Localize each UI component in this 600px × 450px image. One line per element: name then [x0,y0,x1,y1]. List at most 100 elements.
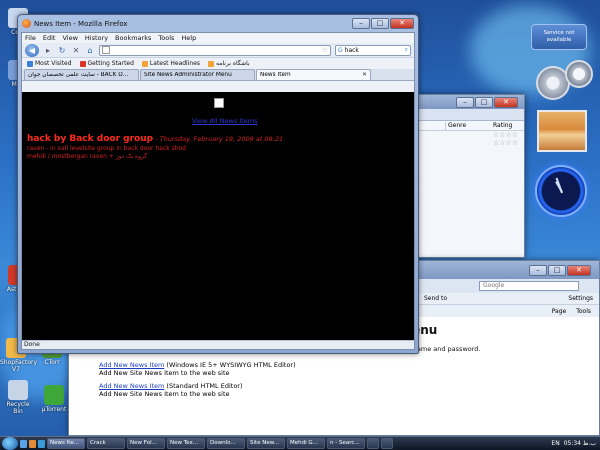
entry-description: Add New Site News Item to the web site [99,369,230,377]
status-bar: Done [22,340,414,349]
home-icon[interactable]: ⌂ [85,46,95,55]
media-column-genre[interactable]: Genre [446,122,491,130]
firefox-icon [22,19,31,28]
page-content: View All News Items hack by Back door gr… [22,92,414,340]
bookmark-icon [208,60,215,67]
bookmark-label: باشگاه برنامه [216,60,250,67]
menu-tools[interactable]: Tools [158,34,174,42]
tab-label: News Item [260,72,291,78]
news-headline: hack by Back door group [27,134,154,144]
taskbar-button[interactable]: Downlo... [207,438,245,449]
desktop-icon[interactable]: µTorrent [38,385,70,413]
browser-tab[interactable]: سایت علمی تخصصان جوان - BACK D... [24,69,139,80]
start-button[interactable] [2,437,18,450]
bookmark-item[interactable]: Latest Headlines [141,60,201,67]
ram-meter-gadget[interactable] [565,60,593,88]
add-news-link[interactable]: Add New News Item [99,361,164,369]
firefox-chrome: File Edit View History Bookmarks Tools Help ◀ … [21,32,415,350]
ie-send-to-button[interactable]: Send to [424,295,447,302]
quicklaunch-icon[interactable] [29,439,36,448]
close-button[interactable]: ✕ [390,18,414,29]
search-icon[interactable]: ⌕ [405,46,408,54]
firefox-window[interactable]: News Item - Mozilla Firefox – □ ✕ File Ed… [17,14,419,354]
media-library-window[interactable]: – □ ✕ Genre Rating ☆☆☆☆ ☆☆☆☆ [410,94,525,258]
desktop-app-icon [44,385,64,405]
browser-tab[interactable]: News Item ✕ [256,69,371,80]
news-body-line: raven - in xall levelsite group in back … [27,145,186,152]
bookmark-item[interactable]: Most Visited [27,60,72,67]
bookmark-star-icon[interactable]: ☆ [322,46,328,54]
slideshow-gadget[interactable] [537,110,587,152]
view-all-news-link[interactable]: View All News Items [192,117,257,125]
news-body-line: mehdi / mostbergan raven + گروه بک دور [27,153,148,160]
taskbar-clock[interactable]: 05:34 ب.ظ [564,440,596,447]
desktop-icon-label: µTorrent [41,406,67,413]
search-engine-icon[interactable]: G [338,47,343,54]
ie-tools-menu[interactable]: Tools [576,308,591,315]
navigation-toolbar: ◀ ▸ ↻ ✕ ⌂ ☆ G hack ⌕ [22,43,414,58]
close-tab-icon[interactable]: ✕ [362,72,367,78]
taskbar-button[interactable]: New Fol... [127,438,165,449]
bookmark-label: Latest Headlines [149,60,201,67]
desktop-icon-label: ShopFactory V7 [0,359,38,373]
taskbar-button[interactable]: Site New... [247,438,285,449]
weather-gadget[interactable]: Service not available [531,24,587,50]
quicklaunch-icon[interactable] [38,439,45,448]
ie-settings-button[interactable]: Settings [568,295,593,302]
maximize-button[interactable]: □ [371,18,389,29]
desktop-icon-label: CTorr [44,359,60,366]
taskbar-button[interactable]: News Ite... [47,438,85,449]
bookmark-item[interactable]: باشگاه برنامه [208,60,250,67]
taskbar-button[interactable]: Mehdi G... [287,438,325,449]
desktop-icon-label: Recycle Bin [6,401,30,415]
minimize-button[interactable]: – [352,18,370,29]
browser-tab[interactable]: Site News Administrator Menu [140,69,255,80]
entry-editor-type: (Windows IE 5+ WYSIWYG HTML Editor) [166,361,296,369]
taskbar-button[interactable] [367,438,379,449]
window-title: News Item - Mozilla Firefox [34,19,128,28]
menu-view[interactable]: View [62,34,77,42]
ie-search-input[interactable]: Google [479,281,579,291]
desktop-icon[interactable]: Recycle Bin [2,380,34,415]
image-icon [214,98,224,108]
entry-editor-type: (Standard HTML Editor) [166,382,243,390]
menu-bookmarks[interactable]: Bookmarks [115,34,151,42]
reload-icon[interactable]: ↻ [57,46,67,55]
quicklaunch-icon[interactable] [20,439,27,448]
taskbar-button[interactable]: New Tex... [167,438,205,449]
media-window-titlebar[interactable]: – □ ✕ [411,95,524,109]
clock-gadget [535,165,587,217]
search-value: hack [344,46,359,54]
media-toolbar [411,109,524,121]
taskbar-button[interactable] [381,438,393,449]
menu-edit[interactable]: Edit [43,34,56,42]
menu-history[interactable]: History [85,34,108,42]
search-box[interactable]: G hack ⌕ [335,44,411,56]
url-bar[interactable]: ☆ [99,44,331,56]
ie-entry: Add New News Item (Windows IE 5+ WYSIWYG… [99,361,569,377]
taskbar-button[interactable]: Crack [87,438,125,449]
tab-strip: سایت علمی تخصصان جوان - BACK D... Site Ne… [22,69,414,81]
firefox-titlebar[interactable]: News Item - Mozilla Firefox – □ ✕ [18,15,418,32]
news-date: - Thursday, February 19, 2009 at 08:21 [155,135,284,143]
menu-bar: File Edit View History Bookmarks Tools Help [22,33,414,43]
bookmark-icon [141,60,148,67]
taskbar-button[interactable]: n - Searc... [327,438,365,449]
tab-label: Site News Administrator Menu [144,72,232,78]
back-button[interactable]: ◀ [25,43,39,57]
desktop-app-icon [8,380,28,400]
menu-help[interactable]: Help [181,34,196,42]
add-news-link[interactable]: Add New News Item [99,382,164,390]
language-indicator[interactable]: EN [551,440,559,447]
bookmark-item[interactable]: Getting Started [79,60,134,67]
rating-stars[interactable]: ☆☆☆☆ ☆☆☆☆ [411,131,524,147]
ie-entries: Add New News Item (Windows IE 5+ WYSIWYG… [99,361,569,398]
bookmarks-toolbar: Most Visited Getting Started Latest Headli… [22,58,414,69]
ie-entry: Add New News Item (Standard HTML Editor)… [99,382,569,398]
ie-page-menu[interactable]: Page [552,308,567,315]
menu-file[interactable]: File [25,34,36,42]
forward-button[interactable]: ▸ [43,46,53,55]
media-column-rating[interactable]: Rating [491,122,512,130]
stop-icon[interactable]: ✕ [71,46,81,55]
taskbar-items: News Ite... Crack New Fol... New Tex... Down… [45,438,393,449]
